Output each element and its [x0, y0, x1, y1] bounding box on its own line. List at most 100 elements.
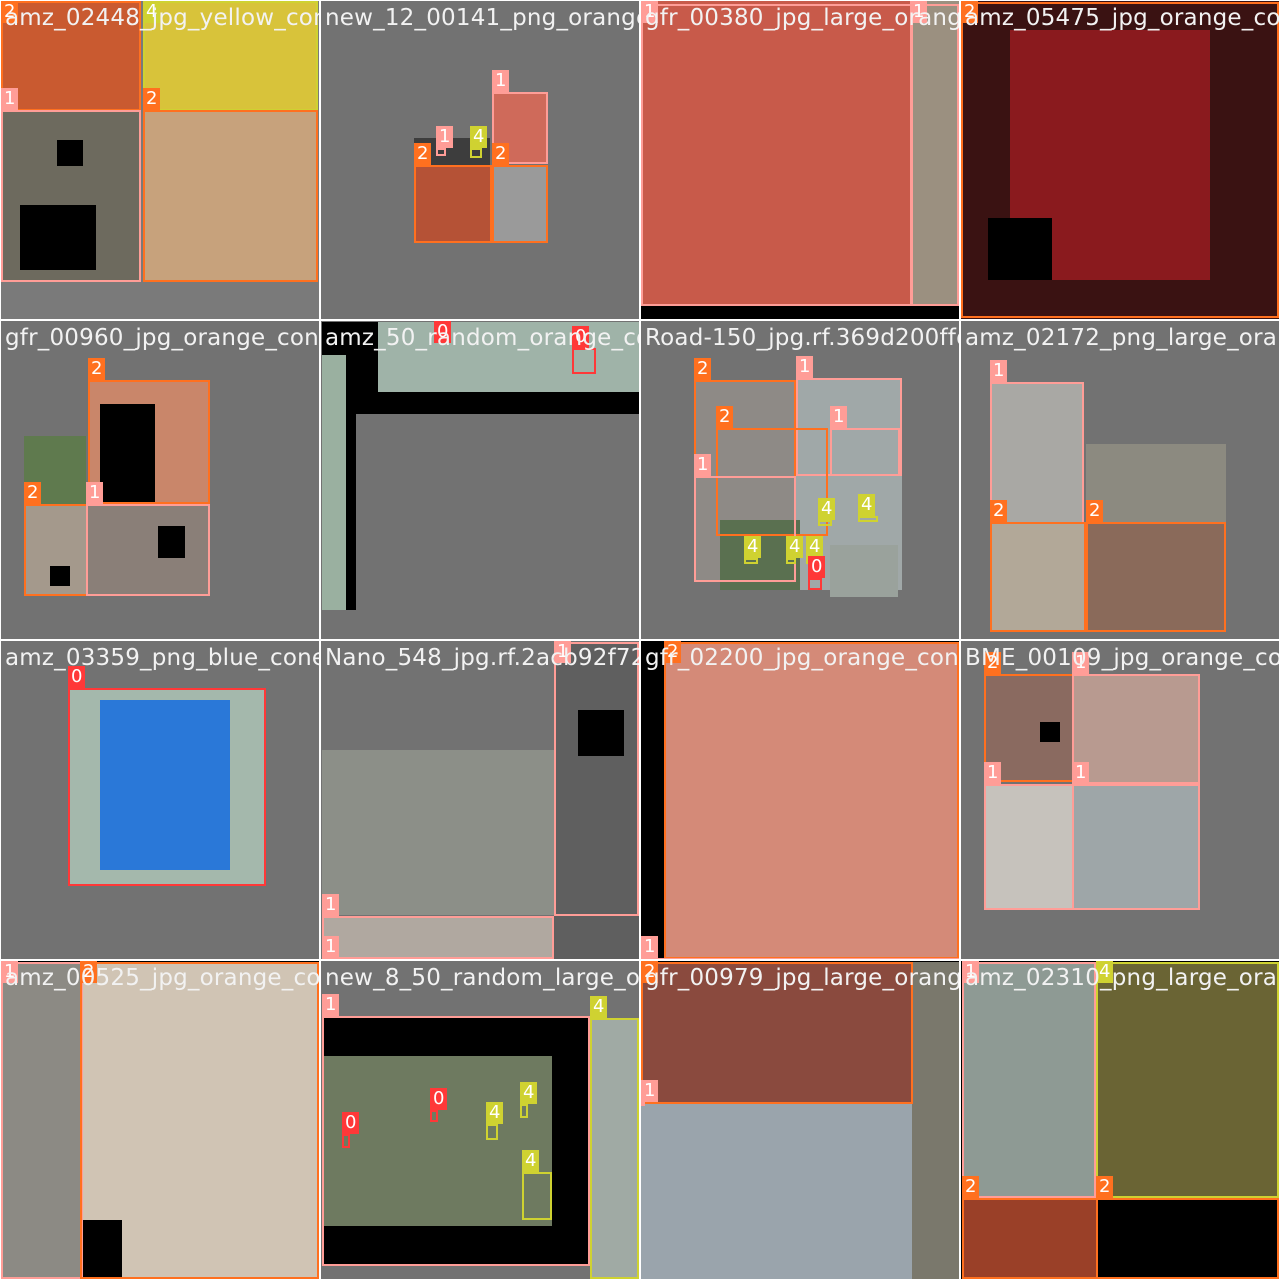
image-region: [322, 750, 554, 915]
bounding-box: [818, 520, 832, 526]
bounding-box: [436, 148, 446, 156]
bounding-box: [694, 476, 796, 582]
bounding-box: [910, 4, 959, 306]
class-label-tag: 1: [1072, 762, 1090, 784]
mosaic-tile: 2 2 1 gfr_00960_jpg_orange_cone: [1, 321, 319, 639]
mosaic-tile: 111Nano_548_jpg.rf.2acb92f721e86092d1350…: [321, 641, 639, 959]
bounding-box: [858, 516, 878, 522]
bounding-box: [492, 165, 548, 243]
class-label-tag: 2: [962, 1176, 980, 1198]
class-label-tag: 4: [470, 126, 488, 148]
mosaic-tile: 1 2 2 amz_02172_png_large_orange_cone: [961, 321, 1279, 639]
tile-filename: amz_02448_jpg_yellow_cone: [5, 5, 319, 31]
tile-filename: amz_02172_png_large_orange_cone: [965, 325, 1279, 351]
mosaic-tile: 12214new_12_00141_png_orange_cone: [321, 1, 639, 319]
class-label-tag: 2: [1096, 1176, 1114, 1198]
bounding-box: [430, 1110, 438, 1122]
mosaic-tile: 0 amz_03359_png_blue_cone: [1, 641, 319, 959]
class-label-tag: 1: [984, 762, 1002, 784]
class-label-tag: 4: [806, 536, 824, 558]
bounding-box: [342, 1134, 350, 1148]
class-label-tag: 1: [322, 994, 340, 1016]
image-region: [641, 1104, 913, 1279]
bounding-box: [24, 504, 88, 596]
mosaic-tile: 2 1 1 1 BME_00109_jpg_orange_cone: [961, 641, 1279, 959]
bounding-box: [1086, 522, 1226, 632]
class-label-tag: 1: [492, 70, 510, 92]
bounding-box: [486, 1124, 498, 1140]
mosaic-tile: 2 amz_05475_jpg_orange_cone: [961, 1, 1279, 319]
mosaic-tile: 2 4 1 2 amz_02448_jpg_yellow_cone: [1, 1, 319, 319]
bounding-box: [1, 962, 83, 1279]
mosaic-tile: 21gfr_00979_jpg_large_orange_cone_3: [641, 961, 959, 1279]
bounding-box: [322, 1016, 590, 1266]
class-label-tag: 2: [990, 500, 1008, 522]
bounding-box: [1096, 962, 1279, 1198]
class-label-tag: 2: [24, 482, 42, 504]
bounding-box: [808, 578, 822, 590]
bounding-box: [80, 962, 319, 1279]
class-label-tag: 4: [520, 1082, 538, 1104]
bounding-box: [554, 642, 639, 916]
class-label-tag: 0: [430, 1088, 448, 1110]
bounding-box: [86, 504, 210, 596]
bounding-box: [1072, 674, 1200, 784]
bounding-box: [590, 1018, 639, 1279]
bounding-box: [1, 110, 141, 282]
bounding-box: [143, 110, 318, 282]
mosaic-grid: 2 4 1 2 amz_02448_jpg_yellow_cone 1 2 2 1 4 new_12…: [0, 0, 1280, 1280]
class-label-tag: 1: [796, 356, 814, 378]
class-label-tag: 2: [694, 358, 712, 380]
tile-filename: amz_05475_jpg_orange_cone: [965, 5, 1279, 31]
tile-filename: gfr_00960_jpg_orange_cone: [5, 325, 319, 351]
bounding-box: [414, 165, 492, 243]
mosaic-tile: 1400444new_8_50_random_large_orange_cone: [321, 961, 639, 1279]
tile-filename: amz_50_random_orange_cone: [325, 325, 639, 351]
mosaic-tile: 1422amz_02310_png_large_orange_cone: [961, 961, 1279, 1279]
tile-filename: new_12_00141_png_orange_cone: [325, 5, 639, 31]
bounding-box: [962, 1198, 1098, 1279]
class-label-tag: 0: [342, 1112, 360, 1134]
tile-filename: gfr_00979_jpg_large_orange_cone_3: [645, 965, 959, 991]
bounding-box: [962, 962, 1096, 1198]
class-label-tag: 0: [808, 556, 826, 578]
bounding-box: [744, 558, 758, 564]
tile-filename: gfr_02200_jpg_orange_cone_5: [645, 645, 959, 671]
class-label-tag: 1: [436, 126, 454, 148]
tile-filename: amz_02310_png_large_orange_cone: [965, 965, 1279, 991]
bounding-box: [68, 688, 266, 886]
class-label-tag: 1: [641, 936, 659, 958]
class-label-tag: 1: [86, 482, 104, 504]
bounding-box: [322, 958, 554, 959]
mosaic-tile: 11gfr_00380_jpg_large_orange_cone: [641, 1, 959, 319]
tile-filename: new_8_50_random_large_orange_cone: [325, 965, 639, 991]
tile-filename: amz_03359_png_blue_cone: [5, 645, 319, 671]
class-label-tag: 1: [990, 360, 1008, 382]
class-label-tag: 4: [744, 536, 762, 558]
mosaic-tile: 1 2 amz_00525_jpg_orange_cone: [1, 961, 319, 1279]
class-label-tag: 1: [830, 406, 848, 428]
bounding-box: [830, 428, 900, 476]
bounding-box: [322, 916, 554, 959]
tile-filename: gfr_00380_jpg_large_orange_cone: [645, 5, 959, 31]
class-label-tag: 2: [716, 406, 734, 428]
class-label-tag: 4: [818, 498, 836, 520]
bounding-box: [786, 558, 796, 564]
bounding-box: [641, 4, 913, 306]
bounding-box: [990, 522, 1086, 632]
image-region: [322, 355, 346, 610]
class-label-tag: 2: [1086, 500, 1104, 522]
bounding-box: [641, 1102, 645, 1106]
class-label-tag: 1: [1, 88, 19, 110]
image-region: [1086, 444, 1226, 522]
class-label-tag: 4: [786, 536, 804, 558]
class-label-tag: 4: [590, 996, 608, 1018]
tile-filename: Nano_548_jpg.rf.2acb92f721e86092d1350_jp…: [325, 645, 639, 671]
class-label-tag: 4: [486, 1102, 504, 1124]
bounding-box: [1096, 1198, 1279, 1279]
bounding-box: [572, 348, 596, 374]
bounding-box: [961, 2, 1279, 318]
class-label-tag: 4: [858, 494, 876, 516]
image-region: [830, 545, 898, 597]
class-label-tag: 1: [641, 1080, 659, 1102]
